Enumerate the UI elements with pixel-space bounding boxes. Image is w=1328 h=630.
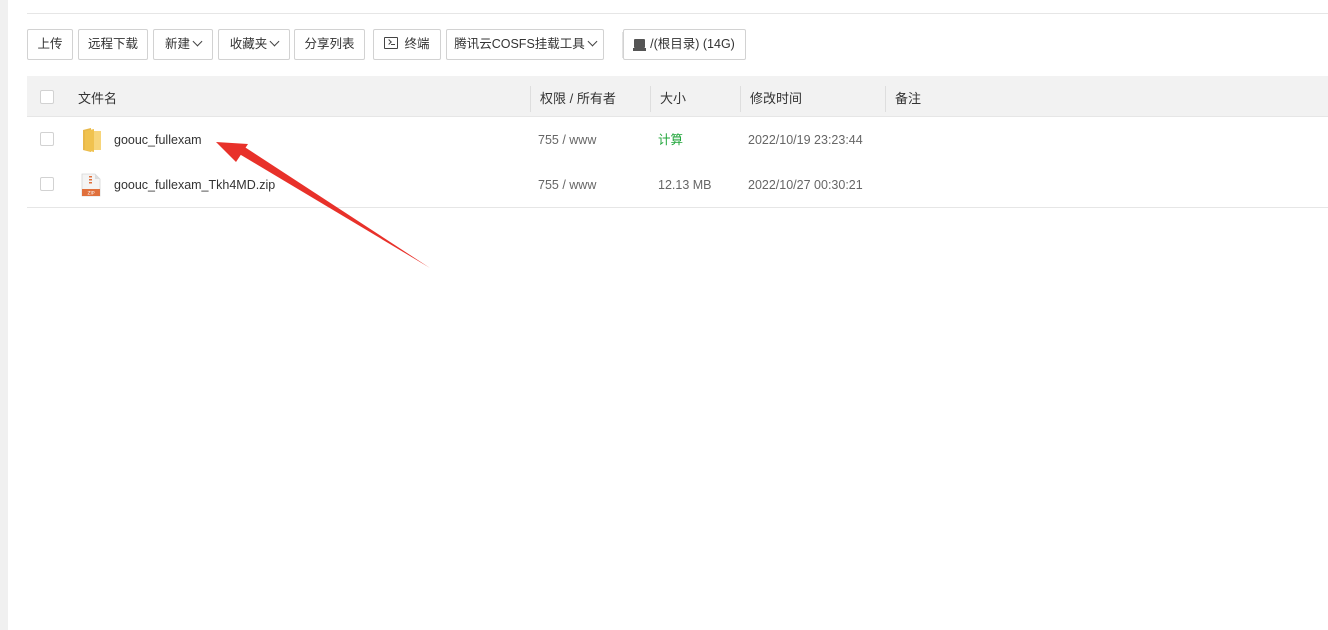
annotation-arrow: [216, 142, 430, 268]
arrow-shaft: [236, 144, 430, 268]
